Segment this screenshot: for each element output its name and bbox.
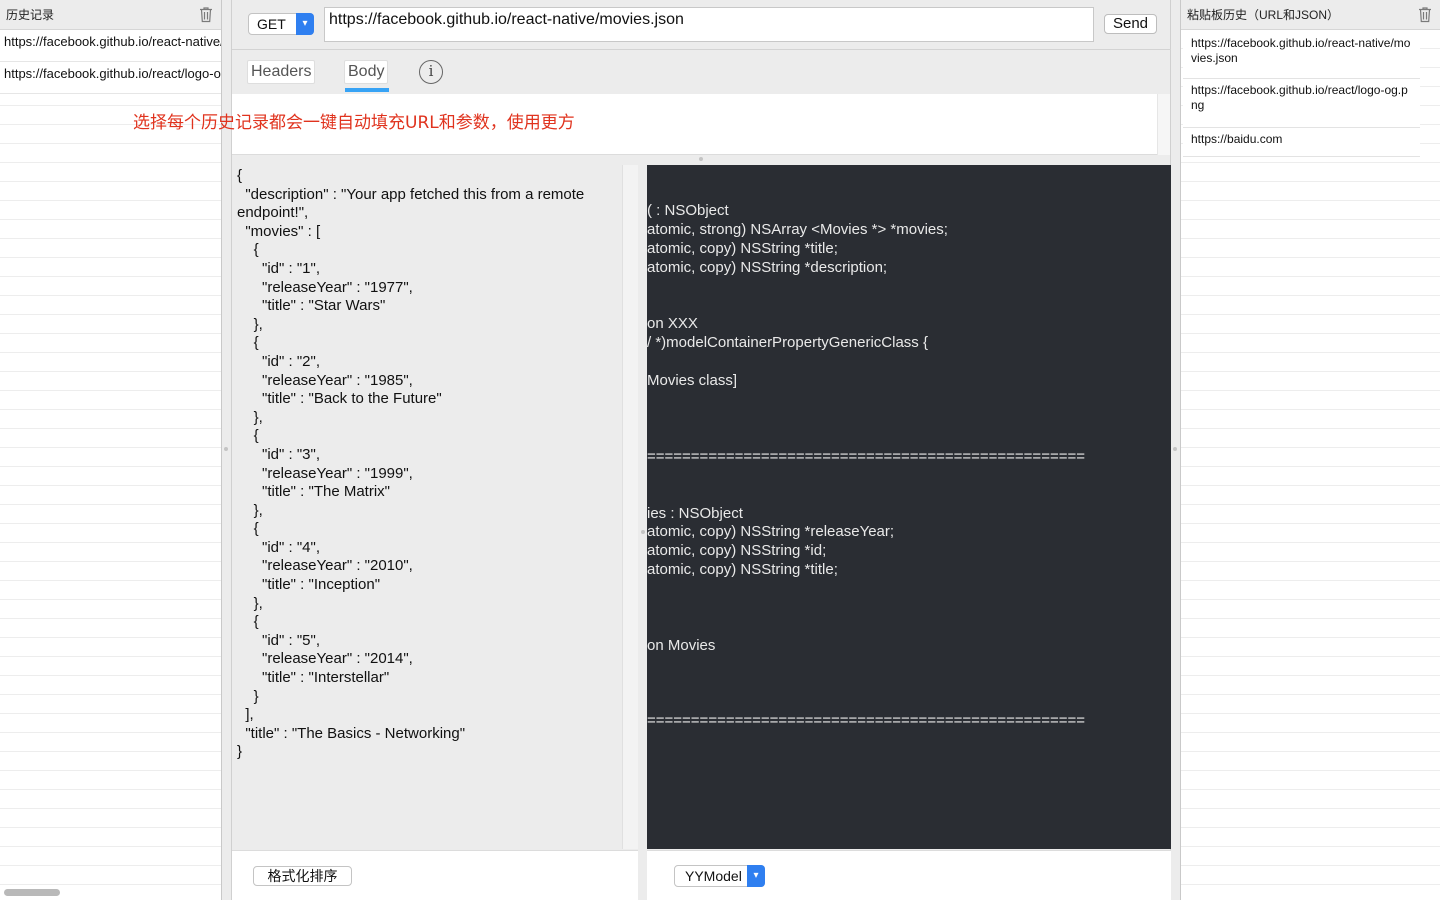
model-code-text: ( : NSObject atomic, strong) NSArray <Mo… xyxy=(647,202,1085,730)
clipboard-header: 粘贴板历史（URL和JSON） xyxy=(1181,0,1440,30)
request-area: GET ▾ https://facebook.github.io/react-n… xyxy=(133,0,1172,900)
app-window: 历史记录 https://facebook.github.io/react-na… xyxy=(0,0,1440,900)
chevron-down-icon: ▾ xyxy=(296,13,314,35)
format-sort-button[interactable]: 格式化排序 xyxy=(253,866,352,886)
right-splitter[interactable] xyxy=(1171,0,1180,900)
info-icon[interactable]: i xyxy=(419,60,443,84)
chevron-down-icon: ▾ xyxy=(747,865,765,887)
horizontal-scrollbar[interactable] xyxy=(4,889,60,896)
trash-icon[interactable] xyxy=(1416,6,1434,24)
history-panel: 历史记录 https://facebook.github.io/react-na… xyxy=(0,0,222,900)
history-title: 历史记录 xyxy=(6,8,55,22)
clipboard-item[interactable]: https://baidu.com xyxy=(1183,128,1420,157)
splitter-grip-icon xyxy=(1173,447,1177,451)
history-item[interactable]: https://facebook.github.io/react/logo-og… xyxy=(0,62,221,94)
method-select[interactable]: GET ▾ xyxy=(248,13,314,35)
splitter-grip-icon xyxy=(699,157,703,161)
json-toolbar: 格式化排序 xyxy=(232,850,638,900)
url-input[interactable]: https://facebook.github.io/react-native/… xyxy=(324,7,1094,42)
send-button[interactable]: Send xyxy=(1104,14,1157,34)
clipboard-item[interactable]: https://facebook.github.io/react-native/… xyxy=(1183,32,1420,79)
json-response-view[interactable]: { "description" : "Your app fetched this… xyxy=(232,165,623,849)
json-scrollbar[interactable] xyxy=(623,165,638,849)
tab-headers[interactable]: Headers xyxy=(247,60,316,84)
model-type-value: YYModel xyxy=(685,868,742,884)
tab-body[interactable]: Body xyxy=(344,60,389,84)
trash-icon[interactable] xyxy=(197,6,215,24)
model-toolbar: YYModel ▾ xyxy=(647,850,1171,900)
left-splitter[interactable] xyxy=(222,0,231,900)
clipboard-list: https://facebook.github.io/react-native/… xyxy=(1181,30,1440,900)
notice-text: 选择每个历史记录都会一键自动填充URL和参数，使用更方 xyxy=(133,113,575,133)
active-tab-indicator xyxy=(345,88,389,92)
clipboard-panel: 粘贴板历史（URL和JSON） https://facebook.github.… xyxy=(1180,0,1440,900)
model-type-select[interactable]: YYModel ▾ xyxy=(674,865,765,887)
splitter-grip-icon xyxy=(641,530,645,534)
clipboard-item[interactable]: https://facebook.github.io/react/logo-og… xyxy=(1183,79,1420,128)
history-item[interactable]: https://facebook.github.io/react-native/… xyxy=(0,30,221,62)
method-value: GET xyxy=(257,16,286,32)
request-bar: GET ▾ https://facebook.github.io/react-n… xyxy=(232,0,1172,50)
params-editor[interactable]: 选择每个历史记录都会一键自动填充URL和参数，使用更方 xyxy=(133,94,1157,155)
splitter-grip-icon xyxy=(224,447,228,451)
history-list: https://facebook.github.io/react-native/… xyxy=(0,30,221,900)
model-code-view[interactable]: ( : NSObject atomic, strong) NSArray <Mo… xyxy=(647,165,1171,849)
params-scrollbar[interactable] xyxy=(1157,94,1170,155)
json-text: { "description" : "Your app fetched this… xyxy=(237,167,585,761)
clipboard-title: 粘贴板历史（URL和JSON） xyxy=(1187,8,1340,22)
history-header: 历史记录 xyxy=(0,0,221,30)
